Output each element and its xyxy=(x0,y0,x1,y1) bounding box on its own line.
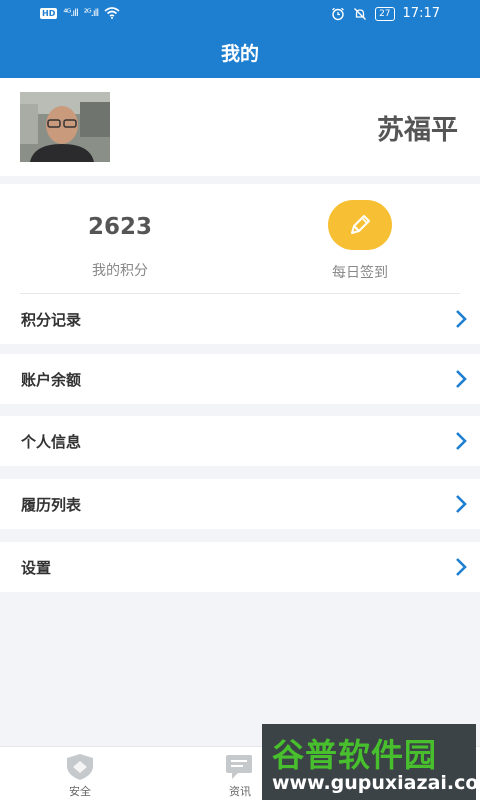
menu-item-label: 设置 xyxy=(21,559,52,577)
hd-badge: HD xyxy=(40,7,58,19)
chat-icon xyxy=(226,755,252,779)
tab-safety[interactable]: 安全 xyxy=(30,747,130,800)
menu-item-label: 账户余额 xyxy=(21,371,82,389)
daily-sign-label[interactable]: 每日签到 xyxy=(310,262,410,282)
status-time: 17:17 xyxy=(402,6,440,21)
menu-item-label: 个人信息 xyxy=(21,433,82,451)
menu-item-label: 履历列表 xyxy=(21,496,82,514)
menu-item-label: 积分记录 xyxy=(21,311,82,329)
stats-card: 2623 我的积分 每日签到 xyxy=(0,184,480,294)
user-name: 苏福平 xyxy=(377,115,458,146)
menu-item-settings[interactable]: 设置 xyxy=(0,542,480,592)
profile-card[interactable]: 苏福平 xyxy=(0,78,480,176)
avatar[interactable] xyxy=(20,92,110,162)
menu-item-resume-list[interactable]: 履历列表 xyxy=(0,479,480,529)
battery-icon: 27 xyxy=(375,6,395,21)
nav-bar: 我的 xyxy=(0,30,480,78)
watermark-title: 谷普软件园 xyxy=(272,736,438,774)
daily-sign-button[interactable] xyxy=(328,200,392,250)
points-value[interactable]: 2623 xyxy=(80,214,160,240)
chevron-right-icon xyxy=(456,370,467,388)
avatar-photo xyxy=(20,92,110,162)
status-left: HD ⁴ᴳ.ıll ²ᴳ.ıll xyxy=(40,7,120,19)
menu-item-account-balance[interactable]: 账户余额 xyxy=(0,354,480,404)
pen-icon xyxy=(351,215,370,234)
watermark-url: www.gupuxiazai.com xyxy=(272,772,480,794)
chevron-right-icon xyxy=(456,432,467,450)
chevron-right-icon xyxy=(456,495,467,513)
status-bar: HD ⁴ᴳ.ıll ²ᴳ.ıll 27 17:17 xyxy=(0,0,480,30)
mute-bell-icon xyxy=(354,7,367,20)
page-title: 我的 xyxy=(220,43,259,65)
shield-icon xyxy=(67,754,93,780)
signal-4g-icon: ⁴ᴳ.ıll xyxy=(63,7,78,19)
chevron-right-icon xyxy=(456,558,467,576)
status-right: 27 17:17 xyxy=(331,6,440,21)
alarm-icon xyxy=(332,7,345,20)
tab-label: 安全 xyxy=(69,785,91,798)
points-label[interactable]: 我的积分 xyxy=(70,260,170,280)
chevron-right-icon xyxy=(456,310,467,328)
menu-item-points-record[interactable]: 积分记录 xyxy=(0,294,480,344)
watermark: 谷普软件园 www.gupuxiazai.com xyxy=(262,724,480,800)
menu-item-personal-info[interactable]: 个人信息 xyxy=(0,416,480,466)
wifi-icon xyxy=(104,7,120,19)
signal-2g-icon: ²ᴳ.ıll xyxy=(83,7,99,19)
